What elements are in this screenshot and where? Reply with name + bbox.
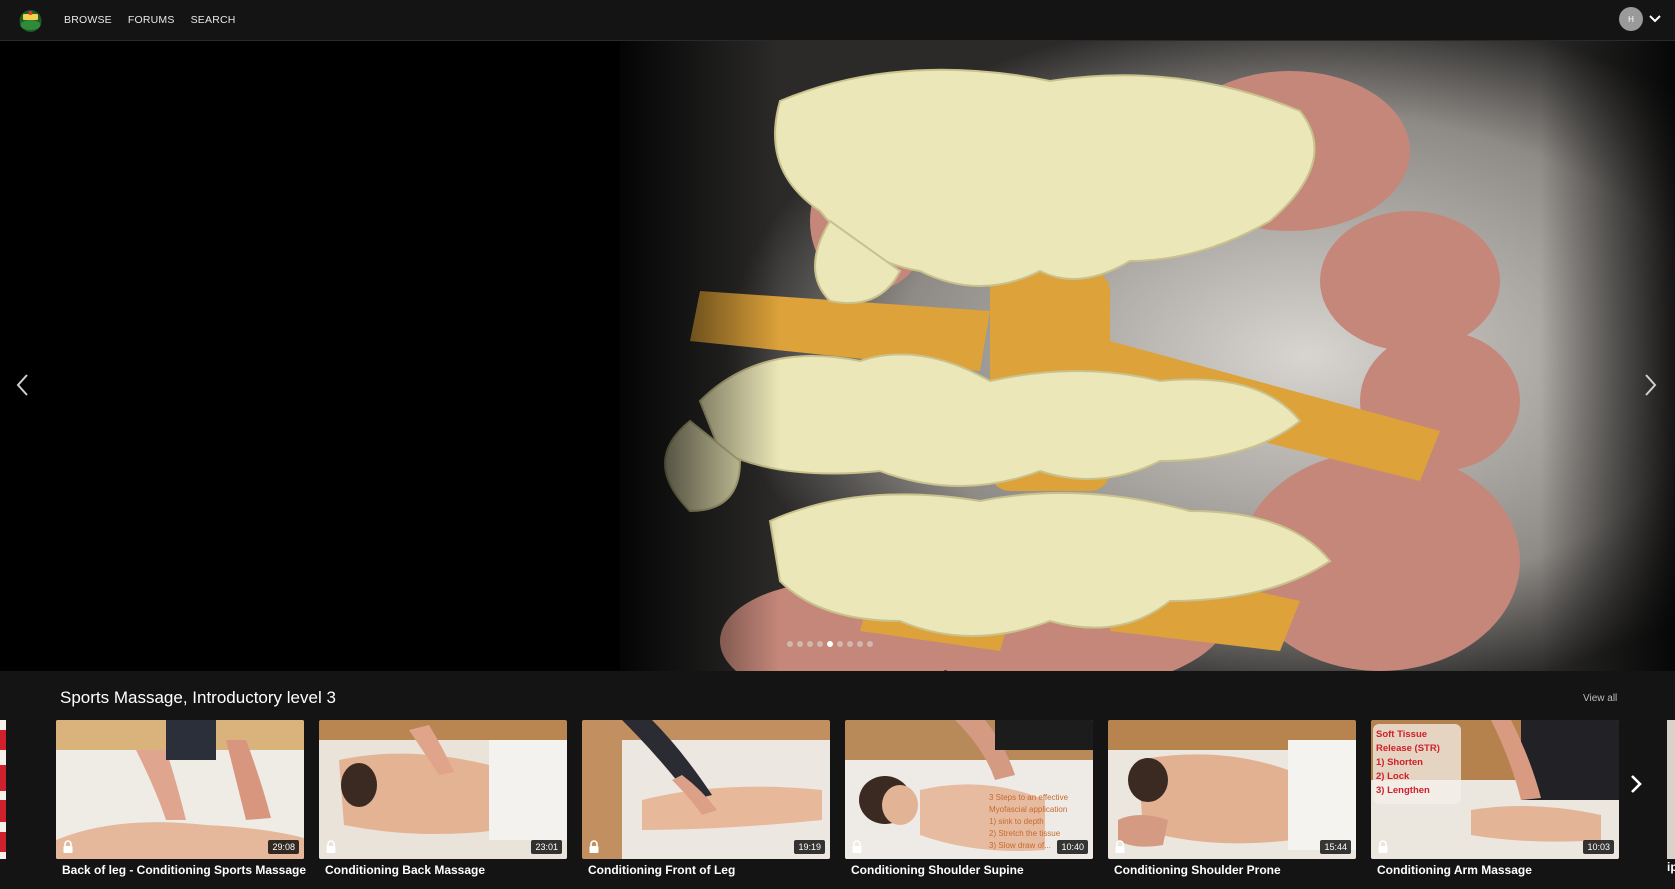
partial-card-right[interactable] xyxy=(1667,720,1675,859)
thumb-image-shoulder-prone xyxy=(1108,720,1356,859)
overlay-line: Myofascial application xyxy=(989,805,1068,814)
chevron-down-icon[interactable] xyxy=(1648,12,1662,26)
carousel-dot[interactable] xyxy=(827,641,833,647)
video-duration: 19:19 xyxy=(794,840,825,854)
hero-prev-arrow-icon[interactable] xyxy=(13,371,33,399)
thumb-overlay-text: Soft Tissue Release (STR) 1) Shorten 2) … xyxy=(1376,728,1440,798)
view-all-link[interactable]: View all xyxy=(1583,693,1617,704)
overlay-line: 3 Steps to an effective xyxy=(989,793,1069,802)
overlay-line: Soft Tissue xyxy=(1376,729,1428,740)
video-thumbnail[interactable]: 3 Steps to an effective Myofascial appli… xyxy=(845,720,1093,859)
video-title[interactable]: Conditioning Arm Massage xyxy=(1371,863,1619,877)
thumb-image-front-of-leg xyxy=(582,720,830,859)
video-duration: 23:01 xyxy=(531,840,562,854)
video-thumbnail[interactable]: 23:01 xyxy=(319,720,567,859)
video-duration: 15:44 xyxy=(1320,840,1351,854)
video-title[interactable]: Back of leg - Conditioning Sports Massag… xyxy=(56,863,306,877)
video-card[interactable]: 19:19 Conditioning Front of Leg xyxy=(582,720,830,877)
carousel-dot[interactable] xyxy=(797,641,803,647)
video-card[interactable]: 3 Steps to an effective Myofascial appli… xyxy=(845,720,1093,877)
video-title[interactable]: Conditioning Shoulder Prone xyxy=(1108,863,1356,877)
lock-icon xyxy=(1378,840,1388,853)
nav-forums[interactable]: FORUMS xyxy=(128,14,175,26)
overlay-line: 3) Slow draw of... xyxy=(989,841,1051,850)
video-card[interactable]: 29:08 Back of leg - Conditioning Sports … xyxy=(56,720,306,877)
carousel-dot[interactable] xyxy=(857,641,863,647)
row-title: Sports Massage, Introductory level 3 xyxy=(60,688,336,707)
partial-card-left[interactable] xyxy=(0,720,6,859)
overlay-line: 3) Lengthen xyxy=(1376,785,1430,796)
video-title[interactable]: Conditioning Front of Leg xyxy=(582,863,830,877)
lock-icon xyxy=(326,840,336,853)
carousel-dot[interactable] xyxy=(867,641,873,647)
carousel-dot[interactable] xyxy=(837,641,843,647)
logo-icon[interactable] xyxy=(17,7,44,34)
video-card[interactable]: 23:01 Conditioning Back Massage xyxy=(319,720,567,877)
partial-card-right-title[interactable]: ip xyxy=(1667,860,1675,874)
thumb-overlay-text: 3 Steps to an effective Myofascial appli… xyxy=(989,792,1068,852)
top-navigation-bar: BROWSE FORUMS SEARCH H xyxy=(0,0,1675,41)
lock-icon xyxy=(852,840,862,853)
carousel-pagination xyxy=(787,641,873,647)
hero-carousel xyxy=(0,41,1675,671)
carousel-dot[interactable] xyxy=(787,641,793,647)
video-thumbnail[interactable]: Soft Tissue Release (STR) 1) Shorten 2) … xyxy=(1371,720,1619,859)
video-title[interactable]: Conditioning Shoulder Supine xyxy=(845,863,1093,877)
lock-icon xyxy=(63,840,73,853)
overlay-line: 1) Shorten xyxy=(1376,757,1423,768)
overlay-line: 2) Lock xyxy=(1376,771,1410,782)
user-initial: H xyxy=(1628,14,1634,24)
video-row: 29:08 Back of leg - Conditioning Sports … xyxy=(0,720,1675,889)
video-duration: 10:03 xyxy=(1583,840,1614,854)
row-next-arrow-icon[interactable] xyxy=(1626,772,1646,796)
video-thumbnail[interactable]: 15:44 xyxy=(1108,720,1356,859)
nav-browse[interactable]: BROWSE xyxy=(64,14,112,26)
video-card[interactable]: 15:44 Conditioning Shoulder Prone xyxy=(1108,720,1356,877)
carousel-dot[interactable] xyxy=(817,641,823,647)
hero-next-arrow-icon[interactable] xyxy=(1640,371,1660,399)
overlay-line: 1) sink to depth xyxy=(989,817,1044,826)
hero-image-spine-model[interactable] xyxy=(0,41,1675,671)
main-nav: BROWSE FORUMS SEARCH xyxy=(64,0,236,40)
video-title[interactable]: Conditioning Back Massage xyxy=(319,863,567,877)
thumb-image-back-massage xyxy=(319,720,567,859)
lock-icon xyxy=(1115,840,1125,853)
video-thumbnail[interactable]: 19:19 xyxy=(582,720,830,859)
user-avatar[interactable]: H xyxy=(1619,7,1643,31)
thumb-image-back-of-leg xyxy=(56,720,304,859)
lock-icon xyxy=(589,840,599,853)
video-card[interactable]: Soft Tissue Release (STR) 1) Shorten 2) … xyxy=(1371,720,1619,877)
video-duration: 29:08 xyxy=(268,840,299,854)
overlay-line: Release (STR) xyxy=(1376,743,1440,754)
nav-search[interactable]: SEARCH xyxy=(191,14,236,26)
partial-thumb-left xyxy=(0,730,6,852)
overlay-line: 2) Stretch the tissue xyxy=(989,829,1061,838)
video-duration: 10:40 xyxy=(1057,840,1088,854)
carousel-dot[interactable] xyxy=(847,641,853,647)
video-thumbnail[interactable]: 29:08 xyxy=(56,720,304,859)
carousel-dot[interactable] xyxy=(807,641,813,647)
